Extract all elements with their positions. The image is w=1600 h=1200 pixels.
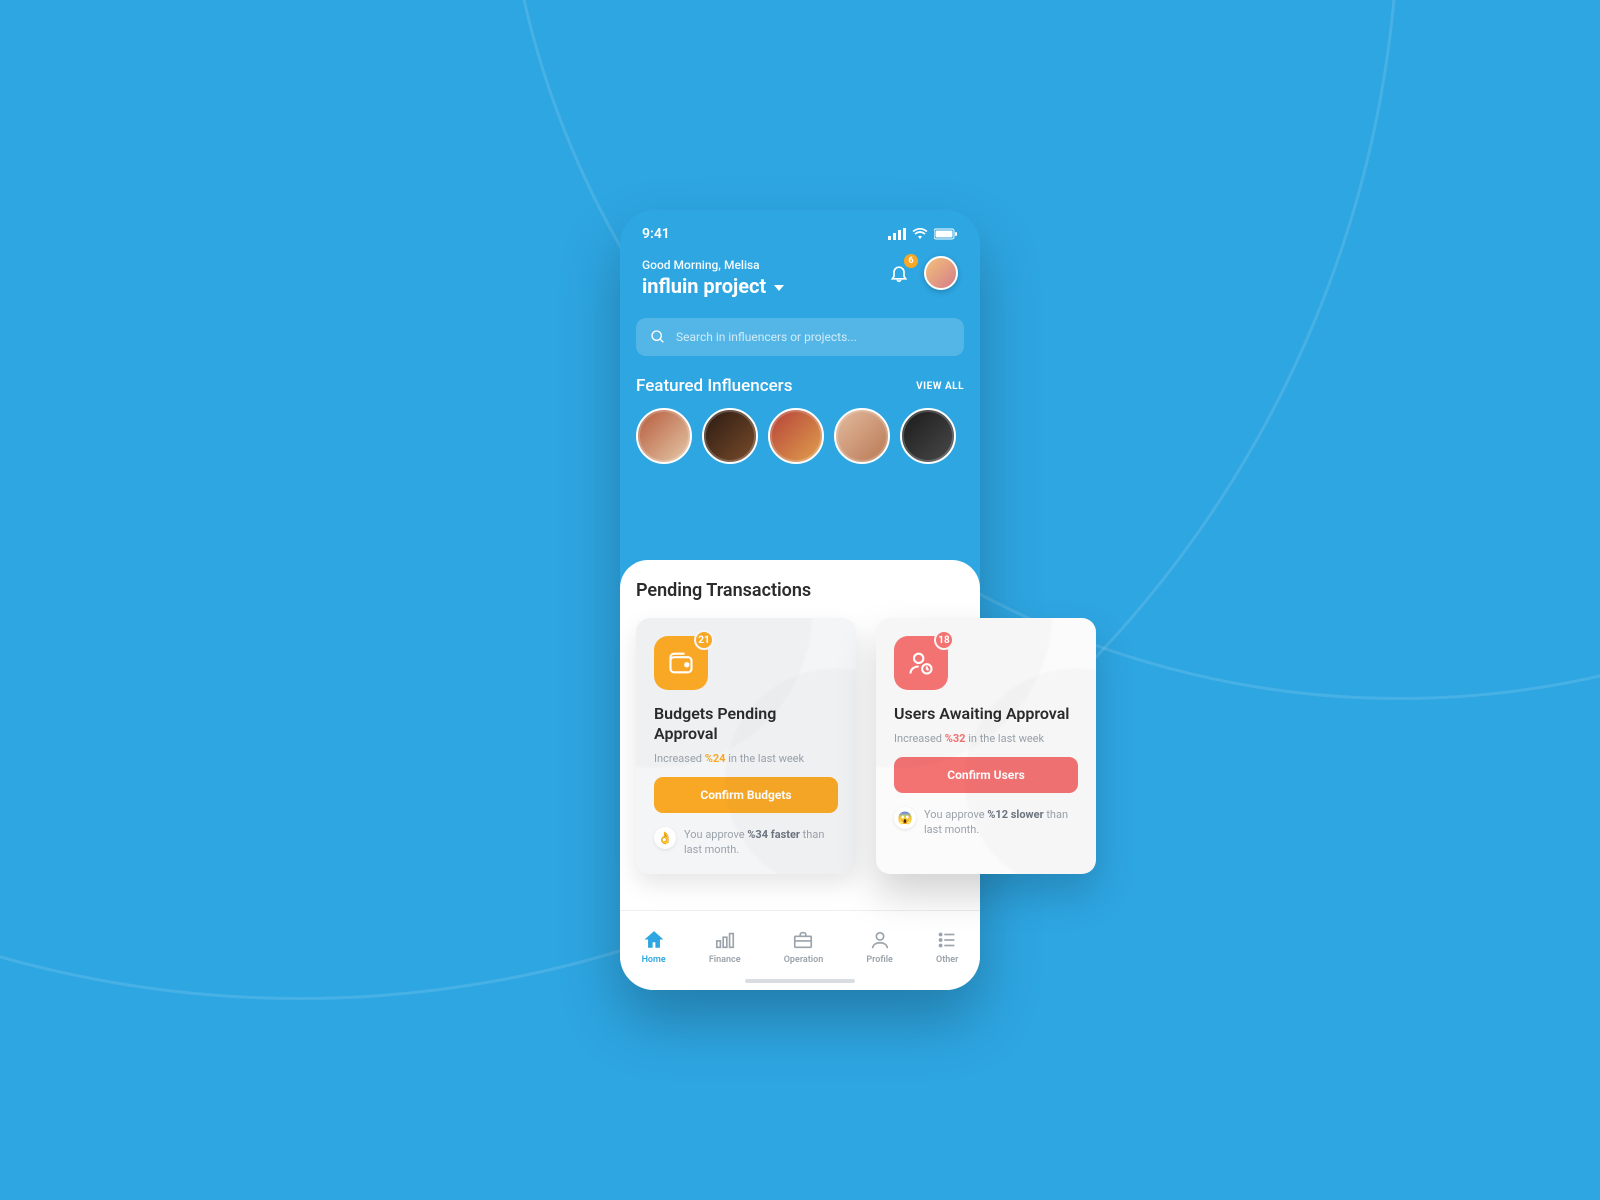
confirm-users-button[interactable]: Confirm Users <box>894 757 1078 793</box>
search-bar[interactable] <box>636 318 964 356</box>
influencer-avatar[interactable] <box>834 408 890 464</box>
card-subtext: Increased %32 in the last week <box>894 732 1078 745</box>
bottom-nav: Home Finance Operation Profile Other <box>620 910 980 990</box>
bar-chart-icon <box>714 929 736 951</box>
search-input[interactable] <box>676 330 950 344</box>
card-title: Users Awaiting Approval <box>894 704 1078 724</box>
status-time: 9:41 <box>642 226 670 242</box>
influencer-avatar[interactable] <box>702 408 758 464</box>
card-subtext: Increased %24 in the last week <box>654 752 838 765</box>
list-icon <box>936 929 958 951</box>
wallet-icon: 21 <box>654 636 708 690</box>
project-title: influin project <box>642 274 766 298</box>
card-title: Budgets Pending Approval <box>654 704 838 744</box>
card-badge: 18 <box>934 630 954 650</box>
view-all-link[interactable]: VIEW ALL <box>916 381 964 392</box>
featured-section: Featured Influencers VIEW ALL <box>620 356 980 476</box>
card-users[interactable]: 18 Users Awaiting Approval Increased %32… <box>876 618 1096 874</box>
nav-home[interactable]: Home <box>642 929 666 965</box>
nav-operation[interactable]: Operation <box>784 929 824 965</box>
nav-profile[interactable]: Profile <box>866 929 893 965</box>
influencer-avatar[interactable] <box>768 408 824 464</box>
influencer-carousel[interactable] <box>636 408 964 464</box>
briefcase-icon <box>792 929 814 951</box>
battery-icon <box>934 228 958 240</box>
nav-label: Home <box>642 955 666 965</box>
scream-icon: 😱 <box>894 807 916 829</box>
card-budgets[interactable]: 21 Budgets Pending Approval Increased %2… <box>636 618 856 874</box>
influencer-avatar[interactable] <box>636 408 692 464</box>
nav-label: Profile <box>866 955 893 965</box>
signal-icon <box>888 228 906 240</box>
home-indicator <box>745 979 855 983</box>
nav-finance[interactable]: Finance <box>709 929 741 965</box>
nav-label: Other <box>936 955 958 965</box>
user-clock-icon: 18 <box>894 636 948 690</box>
home-icon <box>643 929 665 951</box>
wifi-icon <box>912 228 928 240</box>
featured-title: Featured Influencers <box>636 376 792 396</box>
search-icon <box>650 329 666 345</box>
influencer-avatar[interactable] <box>900 408 956 464</box>
nav-label: Finance <box>709 955 741 965</box>
header: Good Morning, Melisa influin project 6 <box>620 250 980 312</box>
card-badge: 21 <box>694 630 714 650</box>
card-note: 😱 You approve %12 slower than last month… <box>894 807 1078 838</box>
user-icon <box>869 929 891 951</box>
notifications-button[interactable]: 6 <box>886 260 912 286</box>
notification-badge: 6 <box>904 254 918 268</box>
card-note: 👌 You approve %34 faster than last month… <box>654 827 838 858</box>
nav-label: Operation <box>784 955 824 965</box>
phone-frame: 9:41 Good Morning, Melisa influin projec… <box>620 210 980 990</box>
avatar[interactable] <box>924 256 958 290</box>
ok-hand-icon: 👌 <box>654 827 676 849</box>
status-bar: 9:41 <box>620 210 980 250</box>
nav-other[interactable]: Other <box>936 929 958 965</box>
sheet-title: Pending Transactions <box>636 580 964 601</box>
chevron-down-icon <box>774 285 784 291</box>
confirm-budgets-button[interactable]: Confirm Budgets <box>654 777 838 813</box>
cards-row: 21 Budgets Pending Approval Increased %2… <box>636 618 1096 874</box>
